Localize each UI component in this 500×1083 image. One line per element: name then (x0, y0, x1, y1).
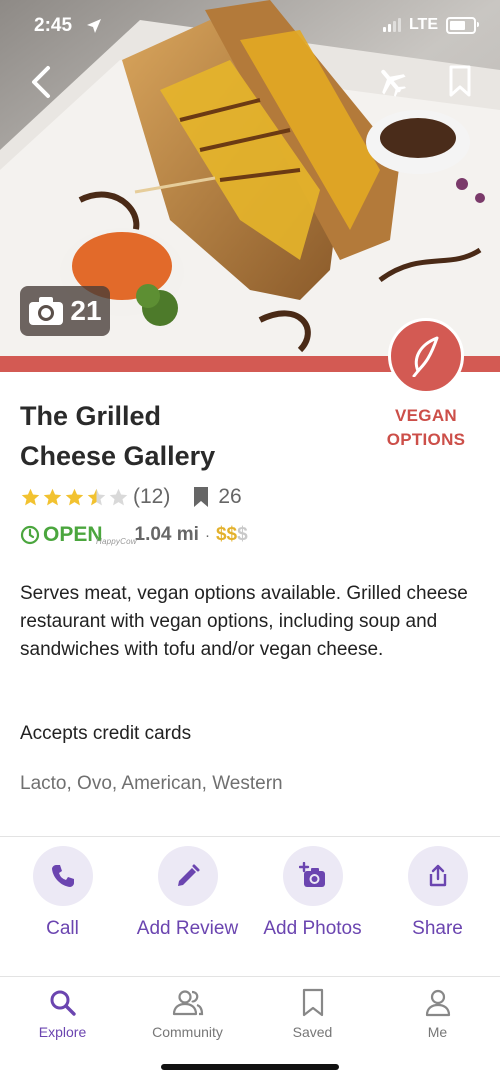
bookmark-icon (302, 988, 323, 1017)
tab-saved[interactable]: Saved (250, 988, 375, 1040)
category-line-2: OPTIONS (386, 430, 466, 449)
clock-icon (20, 525, 40, 545)
status-bar: 2:45 LTE (0, 0, 500, 54)
people-icon (172, 990, 203, 1016)
battery-icon (446, 16, 479, 34)
location-arrow-icon (87, 19, 101, 33)
add-review-button[interactable]: Add Review (125, 846, 250, 940)
price-level: $$$ (216, 524, 248, 546)
star-rating[interactable] (20, 487, 129, 508)
pencil-icon (177, 864, 199, 886)
price-source-label: HappyCow (96, 537, 137, 546)
vegan-badge (388, 318, 464, 394)
bookmark-count: 26 (192, 485, 242, 509)
bookmark-count-value: 26 (218, 485, 242, 508)
add-review-label: Add Review (136, 918, 239, 939)
tab-saved-label: Saved (292, 1024, 333, 1040)
star-icon (109, 488, 128, 505)
status-time: 2:45 (34, 15, 73, 36)
restaurant-name: The Grilled Cheese Gallery (20, 396, 350, 476)
tab-community[interactable]: Community (125, 988, 250, 1040)
tabbar-divider (0, 976, 500, 977)
add-photos-label: Add Photos (263, 918, 362, 939)
leaf-icon (412, 336, 439, 377)
share-button-circle (407, 846, 468, 906)
back-arrow-icon[interactable] (26, 62, 60, 102)
airplane-icon[interactable] (374, 64, 408, 98)
tab-explore[interactable]: Explore (0, 988, 125, 1040)
tab-me-label: Me (427, 1024, 448, 1040)
cuisine-tags: Lacto, Ovo, American, Western (20, 773, 283, 794)
restaurant-hero-photo[interactable]: 2:45 LTE 21 (0, 0, 500, 356)
tab-explore-label: Explore (38, 1024, 87, 1040)
restaurant-name-line-2: Cheese Gallery (20, 441, 216, 471)
restaurant-name-line-1: The Grilled (20, 401, 162, 431)
camera-icon (29, 297, 64, 325)
star-icon (43, 488, 62, 505)
bookmark-icon[interactable] (444, 64, 476, 98)
rating-row: (12) 26 (20, 482, 242, 512)
star-icon (21, 488, 40, 505)
bookmark-count-icon (194, 487, 209, 507)
search-icon (50, 990, 76, 1016)
photo-count: 21 (70, 295, 102, 326)
description: Serves meat, vegan options available. Gr… (20, 583, 468, 660)
review-count[interactable]: (12) (133, 485, 170, 509)
person-icon (425, 989, 450, 1017)
signal-icon (382, 18, 401, 32)
call-label: Call (46, 918, 79, 939)
divider (0, 836, 500, 837)
tab-community-label: Community (152, 1024, 223, 1040)
vegan-options-label: VEGAN OPTIONS (372, 404, 480, 452)
open-status: OPEN (20, 523, 103, 547)
separator-dot: · (204, 526, 210, 544)
price-active: $$ (215, 524, 238, 545)
share-icon (429, 864, 446, 887)
share-label: Share (412, 918, 463, 939)
star-icon (65, 488, 84, 505)
phone-icon (51, 865, 74, 887)
tab-me[interactable]: Me (375, 988, 500, 1040)
add-photos-button[interactable]: Add Photos (250, 846, 375, 940)
distance: 1.04 mi (134, 524, 199, 545)
camera-plus-icon (298, 862, 325, 887)
price-inactive: $ (237, 524, 248, 545)
payment-info: Accepts credit cards (20, 723, 192, 744)
add-review-button-circle (157, 846, 218, 906)
category-line-1: VEGAN (395, 406, 457, 425)
open-status-text: OPEN (43, 523, 103, 546)
call-button-circle (32, 846, 93, 906)
star-icon (87, 488, 106, 505)
add-photos-button-circle (282, 846, 343, 906)
network-type: LTE (408, 16, 438, 33)
home-indicator (161, 1064, 339, 1070)
action-bar: Call Add Review Add Photos Share (0, 846, 500, 956)
status-indicators: LTE (382, 16, 479, 34)
share-button[interactable]: Share (375, 846, 500, 940)
photo-count-button[interactable]: 21 (20, 286, 110, 336)
call-button[interactable]: Call (0, 846, 125, 940)
